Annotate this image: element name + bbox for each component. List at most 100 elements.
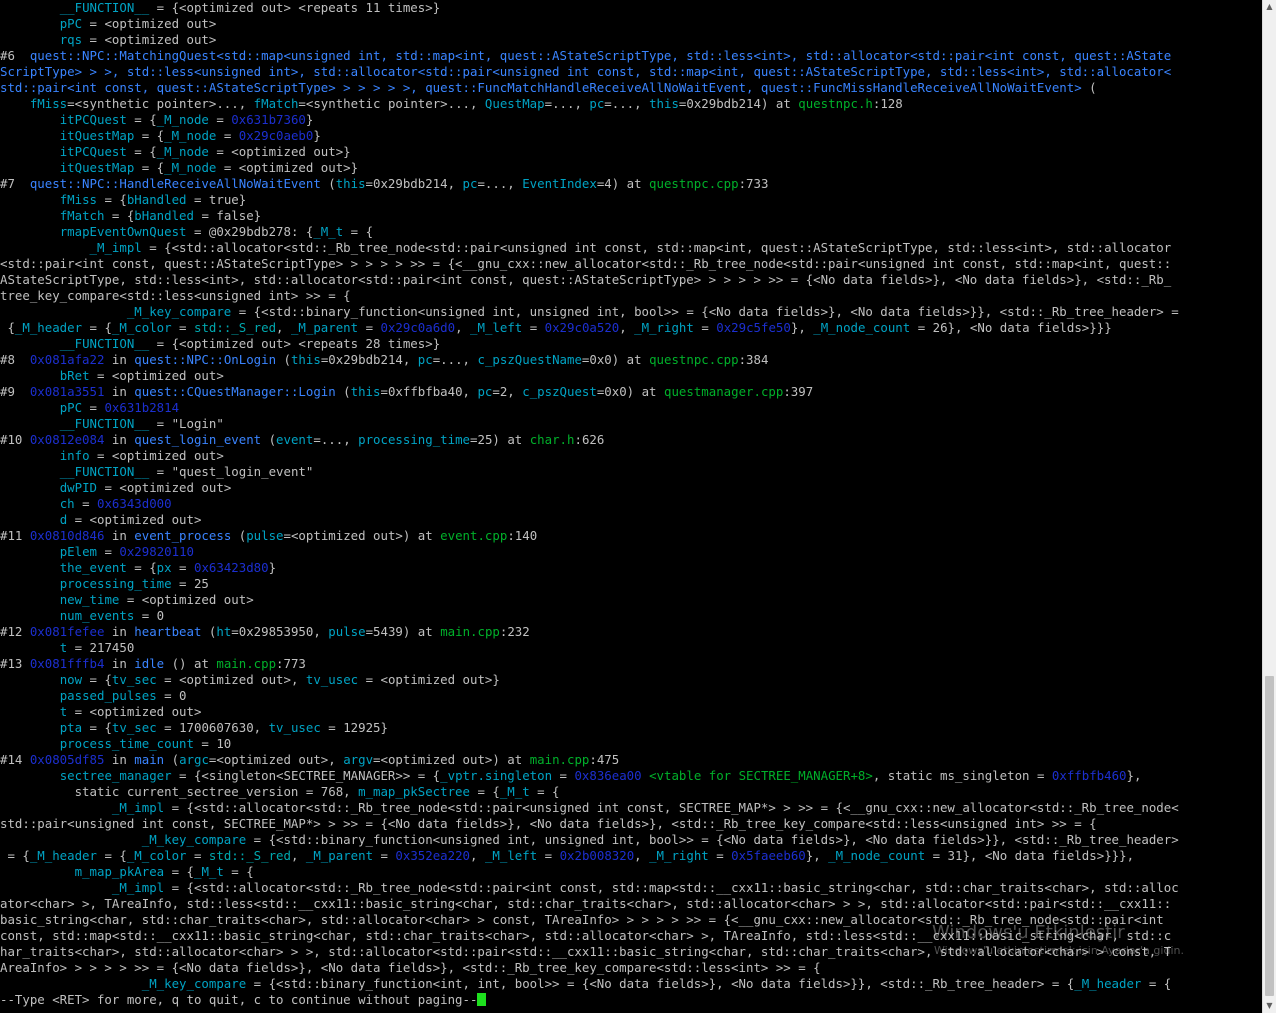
scroll-up-arrow-icon[interactable]: ▲ bbox=[1263, 0, 1276, 14]
text-segment: _M_color bbox=[111, 320, 172, 335]
terminal-line: _M_impl = {<std::allocator<std::_Rb_tree… bbox=[0, 800, 1262, 816]
text-segment bbox=[0, 32, 60, 47]
text-segment: quest::CQuestManager::Login bbox=[134, 384, 336, 399]
text-segment: :475 bbox=[589, 752, 620, 767]
terminal-line: m_map_pkArea = {_M_t = { bbox=[0, 864, 1262, 880]
terminal-line: itPCQuest = {_M_node = 0x631b7360} bbox=[0, 112, 1262, 128]
text-segment: pulse bbox=[328, 624, 366, 639]
text-segment: 0x836ea00 bbox=[574, 768, 642, 783]
text-segment: static current_sectree_version = 768, bbox=[0, 784, 359, 799]
text-segment: = bbox=[358, 320, 381, 335]
terminal-line: num_events = 0 bbox=[0, 608, 1262, 624]
text-segment: = <optimized out> bbox=[89, 448, 224, 463]
terminal-output[interactable]: __FUNCTION__ = {<optimized out> <repeats… bbox=[0, 0, 1262, 1013]
terminal-line: now = {tv_sec = <optimized out>, tv_usec… bbox=[0, 672, 1262, 688]
text-segment: #13 bbox=[0, 656, 30, 671]
text-segment: bHandled bbox=[126, 192, 187, 207]
text-segment: ( bbox=[276, 352, 291, 367]
text-segment: ScriptType> > >, std::less<unsigned int>… bbox=[0, 64, 1172, 79]
text-segment: ( bbox=[335, 384, 351, 399]
text-segment: = bbox=[693, 320, 717, 335]
terminal-line: bRet = <optimized out> bbox=[0, 368, 1262, 384]
scroll-down-arrow-icon[interactable]: ▼ bbox=[1263, 999, 1276, 1013]
text-segment: 0x081afa22 bbox=[29, 352, 105, 367]
text-segment: pPC bbox=[59, 16, 83, 31]
text-segment: in bbox=[104, 624, 135, 639]
text-segment: 0x081a3551 bbox=[29, 384, 105, 399]
text-segment bbox=[0, 400, 60, 415]
text-segment: pc bbox=[477, 384, 493, 399]
text-segment: tv_usec bbox=[305, 672, 359, 687]
text-segment: 0x5faeeb60 bbox=[731, 848, 806, 863]
terminal-line: #13 0x081fffb4 in idle () at main.cpp:77… bbox=[0, 656, 1262, 672]
text-segment: <vtable for SECTREE_MANAGER+8> bbox=[649, 768, 873, 783]
text-segment: _M_node_count bbox=[813, 320, 911, 335]
text-segment: = { bbox=[134, 128, 165, 143]
text-segment: = bbox=[708, 848, 732, 863]
text-segment bbox=[0, 304, 127, 319]
text-segment: :626 bbox=[574, 432, 605, 447]
text-segment: char.h bbox=[529, 432, 575, 447]
text-segment: pc bbox=[417, 352, 433, 367]
text-segment: = {<std::allocator<std::_Rb_tree_node<st… bbox=[164, 880, 1179, 895]
scrollbar-thumb[interactable] bbox=[1265, 676, 1274, 996]
text-segment: = { bbox=[126, 144, 157, 159]
text-segment bbox=[0, 592, 60, 607]
text-segment: _M_right bbox=[634, 320, 694, 335]
text-segment: =25) at bbox=[470, 432, 530, 447]
text-segment: = <optimized out> bbox=[67, 512, 202, 527]
text-segment: _M_node bbox=[164, 160, 217, 175]
text-segment: = {<optimized out> <repeats 28 times>} bbox=[149, 336, 441, 351]
text-segment: = bbox=[97, 544, 120, 559]
terminal-line: t = <optimized out> bbox=[0, 704, 1262, 720]
text-segment: }, bbox=[1126, 768, 1142, 783]
text-segment: = 0 bbox=[156, 688, 187, 703]
text-segment: std::pair<int const, quest::AStateScript… bbox=[0, 80, 1082, 95]
text-segment: tv_usec bbox=[268, 720, 321, 735]
cursor-block bbox=[477, 993, 487, 1006]
terminal-line: _M_key_compare = {<std::binary_function<… bbox=[0, 976, 1262, 992]
text-segment: processing_time bbox=[358, 432, 471, 447]
text-segment: } bbox=[305, 112, 314, 127]
text-segment: = true} bbox=[186, 192, 247, 207]
text-segment: = { bbox=[0, 848, 30, 863]
text-segment: = { bbox=[82, 320, 112, 335]
text-segment: = <optimized out> bbox=[89, 368, 224, 383]
text-segment: const, std::map<std::__cxx11::basic_stri… bbox=[0, 928, 1172, 943]
text-segment: = {<std::allocator<std::_Rb_tree_node<st… bbox=[164, 800, 1179, 815]
terminal-line: {_M_header = {_M_color = std::_S_red, _M… bbox=[0, 320, 1262, 336]
text-segment: this bbox=[290, 352, 321, 367]
text-segment: 0x29c0a520 bbox=[544, 320, 620, 335]
text-segment: fMiss bbox=[29, 96, 68, 111]
text-segment: =0x29853950, bbox=[231, 624, 329, 639]
terminal-line: __FUNCTION__ = "Login" bbox=[0, 416, 1262, 432]
text-segment: _M_key_compare bbox=[141, 976, 247, 991]
text-segment: fMatch bbox=[59, 208, 105, 223]
text-segment: = {<std::binary_function<unsigned int, u… bbox=[246, 832, 1179, 847]
text-segment bbox=[0, 736, 60, 751]
text-segment: #7 bbox=[0, 176, 30, 191]
text-segment: tv_sec bbox=[111, 720, 157, 735]
text-segment: =0x0) at bbox=[581, 352, 650, 367]
text-segment: } bbox=[313, 128, 321, 143]
text-segment: main.cpp bbox=[440, 624, 500, 639]
text-segment: event bbox=[276, 432, 314, 447]
vertical-scrollbar[interactable]: ▲ ▼ bbox=[1262, 0, 1276, 1013]
text-segment: this bbox=[335, 176, 366, 191]
text-segment: itPCQuest bbox=[59, 112, 127, 127]
text-segment bbox=[0, 832, 142, 847]
text-segment: , bbox=[619, 320, 635, 335]
text-segment: in bbox=[104, 656, 135, 671]
terminal-line: t = 217450 bbox=[0, 640, 1262, 656]
text-segment: = "quest_login_event" bbox=[149, 464, 314, 479]
text-segment: }, bbox=[790, 320, 814, 335]
text-segment bbox=[0, 720, 60, 735]
text-segment: rmapEventOwnQuest bbox=[59, 224, 187, 239]
terminal-line: std::pair<unsigned int const, SECTREE_MA… bbox=[0, 816, 1262, 832]
text-segment: questmanager.cpp bbox=[663, 384, 784, 399]
terminal-line: itQuestMap = {_M_node = <optimized out>} bbox=[0, 160, 1262, 176]
text-segment: _M_impl bbox=[89, 240, 142, 255]
text-segment: , static ms_singleton = bbox=[872, 768, 1052, 783]
text-segment bbox=[0, 480, 60, 495]
text-segment: =0x0) at bbox=[596, 384, 664, 399]
